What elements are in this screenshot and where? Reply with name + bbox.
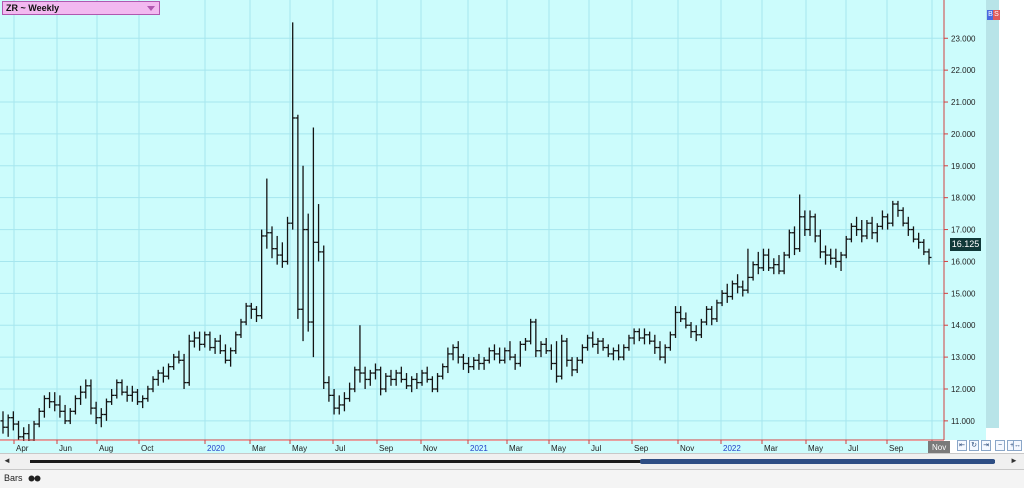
x-tick-label: 2020	[207, 444, 225, 453]
horizontal-scrollbar[interactable]: ◄ ►	[0, 453, 1024, 469]
x-tick-label: May	[808, 444, 823, 453]
bottom-tab-bar: Bars	[0, 469, 1024, 488]
sell-badge[interactable]: S	[993, 10, 1000, 20]
zoom-out-icon: −	[997, 442, 1003, 449]
y-tick-label: 14.000	[951, 321, 976, 330]
x-tick-label: Nov	[423, 444, 437, 453]
x-tick-label: Sep	[889, 444, 904, 453]
zoom-out-button[interactable]: −	[995, 440, 1005, 451]
y-tick-label: 17.000	[951, 226, 976, 235]
y-tick-label: 20.000	[951, 130, 976, 139]
x-tick-label: Aug	[99, 444, 113, 453]
step-forward-button[interactable]: ⇥	[981, 440, 991, 451]
scroll-left-arrow-icon[interactable]: ◄	[3, 456, 11, 465]
chart-svg: 11.000 12.000 13.000 14.000 15.000 16.000 17.0…	[0, 0, 999, 453]
x-tick-label: Oct	[141, 444, 154, 453]
y-tick-label: 13.000	[951, 353, 976, 362]
chevron-down-icon[interactable]	[147, 6, 155, 11]
x-tick-label: Mar	[509, 444, 523, 453]
x-tick-label: Sep	[379, 444, 394, 453]
refresh-icon: ↻	[971, 442, 977, 449]
step-forward-icon: ⇥	[983, 442, 989, 449]
x-tick-label: Jul	[848, 444, 858, 453]
y-tick-label: 18.000	[951, 194, 976, 203]
refresh-button[interactable]: ↻	[969, 440, 979, 451]
x-tick-label: May	[292, 444, 307, 453]
x-tick-label: Apr	[16, 444, 29, 453]
x-tick-label: May	[551, 444, 566, 453]
plot-area	[0, 0, 944, 440]
step-back-button[interactable]: ⇤	[957, 440, 967, 451]
fit-icon: ↔	[1014, 442, 1021, 449]
symbol-title-text: ZR ~ Weekly	[6, 3, 60, 13]
y-tick-label: 22.000	[951, 66, 976, 75]
symbol-title[interactable]: ZR ~ Weekly	[2, 1, 160, 15]
right-side-panel	[986, 0, 999, 428]
x-tick-label: Mar	[764, 444, 778, 453]
scrollbar-thumb[interactable]	[640, 459, 995, 464]
x-tick-label: Nov	[680, 444, 694, 453]
x-tick-label: Jul	[335, 444, 345, 453]
x-tick-label: Mar	[252, 444, 266, 453]
x-tick-label: Jul	[591, 444, 601, 453]
y-tick-label: 21.000	[951, 98, 976, 107]
y-tick-label: 16.000	[951, 257, 976, 266]
y-tick-label: 15.000	[951, 289, 976, 298]
x-tick-label: 2021	[470, 444, 488, 453]
current-period-label: Nov	[932, 443, 946, 452]
bars-tab-label: Bars	[4, 473, 23, 483]
binoculars-icon	[28, 475, 41, 482]
y-tick-label: 11.000	[951, 417, 975, 426]
x-tick-label: Jun	[59, 444, 72, 453]
y-tick-label: 12.000	[951, 385, 976, 394]
x-tick-label: 2022	[723, 444, 741, 453]
y-tick-label: 23.000	[951, 34, 976, 43]
last-price-badge: 16.125	[950, 238, 981, 251]
y-tick-label: 19.000	[951, 162, 976, 171]
fit-button[interactable]: ↔	[1013, 440, 1022, 451]
x-tick-label: Sep	[634, 444, 649, 453]
bars-tab[interactable]: Bars	[4, 472, 41, 484]
step-back-icon: ⇤	[959, 442, 965, 449]
scroll-right-arrow-icon[interactable]: ►	[1010, 456, 1018, 465]
